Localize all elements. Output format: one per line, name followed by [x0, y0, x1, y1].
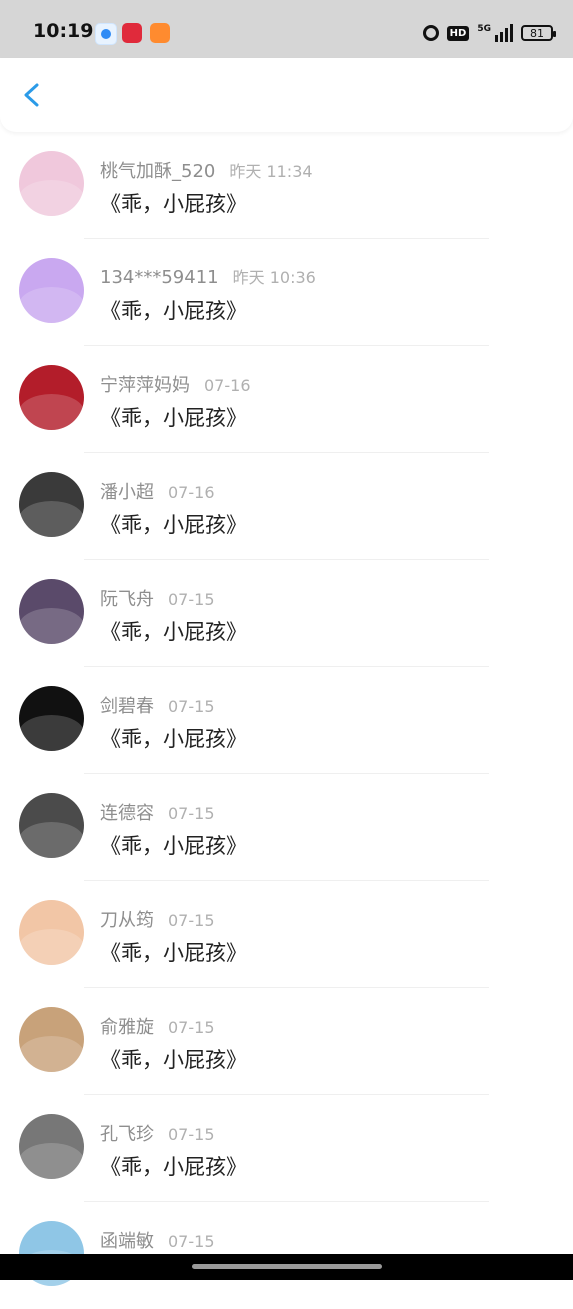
user-name[interactable]: 宁萍萍妈妈	[100, 375, 190, 396]
timestamp: 07-15	[168, 804, 215, 823]
list-item[interactable]: 孔飞珍 07-15 《乖，小屁孩》	[0, 1095, 573, 1202]
item-title: 《乖，小屁孩》	[100, 299, 247, 323]
avatar[interactable]	[19, 686, 84, 751]
alarm-icon	[422, 25, 439, 41]
user-name[interactable]: 剑碧春	[100, 696, 154, 717]
hd-icon: HD	[446, 25, 470, 41]
user-name[interactable]: 刀从筠	[100, 910, 154, 931]
user-name[interactable]: 函端敏	[100, 1231, 154, 1252]
home-gesture-bar[interactable]	[192, 1264, 382, 1269]
item-title: 《乖，小屁孩》	[100, 727, 247, 751]
user-name[interactable]: 134***59411	[100, 267, 219, 288]
list-item[interactable]: 桃气加酥_520 昨天 11:34 《乖，小屁孩》	[0, 132, 573, 239]
status-time: 10:19	[33, 20, 94, 42]
item-title: 《乖，小屁孩》	[100, 192, 247, 216]
list-item[interactable]: 潘小超 07-16 《乖，小屁孩》	[0, 453, 573, 560]
item-title: 《乖，小屁孩》	[100, 620, 247, 644]
user-name[interactable]: 桃气加酥_520	[100, 161, 215, 182]
user-name[interactable]: 阮飞舟	[100, 589, 154, 610]
list-item[interactable]: 剑碧春 07-15 《乖，小屁孩》	[0, 667, 573, 774]
timestamp: 07-15	[168, 697, 215, 716]
user-name[interactable]: 俞雅旋	[100, 1017, 154, 1038]
timestamp: 07-15	[168, 1232, 215, 1251]
timestamp: 07-16	[168, 483, 215, 502]
user-name[interactable]: 连德容	[100, 803, 154, 824]
timestamp: 07-15	[168, 1018, 215, 1037]
avatar[interactable]	[19, 900, 84, 965]
avatar[interactable]	[19, 793, 84, 858]
top-nav-bar	[0, 58, 573, 132]
avatar[interactable]	[19, 472, 84, 537]
avatar[interactable]	[19, 365, 84, 430]
avatar[interactable]	[19, 1007, 84, 1072]
user-name[interactable]: 潘小超	[100, 482, 154, 503]
notification-app-icon	[95, 23, 117, 45]
avatar[interactable]	[19, 258, 84, 323]
timestamp: 07-15	[168, 911, 215, 930]
item-title: 《乖，小屁孩》	[100, 834, 247, 858]
list-item[interactable]: 阮飞舟 07-15 《乖，小屁孩》	[0, 560, 573, 667]
back-arrow-icon[interactable]	[18, 80, 48, 110]
timestamp: 07-16	[204, 376, 251, 395]
timestamp: 07-15	[168, 1125, 215, 1144]
list-item[interactable]: 连德容 07-15 《乖，小屁孩》	[0, 774, 573, 881]
avatar[interactable]	[19, 151, 84, 216]
battery-icon: 81	[521, 25, 556, 41]
user-name[interactable]: 孔飞珍	[100, 1124, 154, 1145]
status-bar: 10:19 HD 5G 81	[0, 0, 573, 58]
status-indicators: HD 5G 81	[422, 22, 556, 44]
list-item[interactable]: 134***59411 昨天 10:36 《乖，小屁孩》	[0, 239, 573, 346]
notification-app-icon	[150, 23, 170, 43]
signal-icon: 5G	[477, 24, 513, 42]
timestamp: 昨天 11:34	[229, 162, 313, 181]
list-item[interactable]: 宁萍萍妈妈 07-16 《乖，小屁孩》	[0, 346, 573, 453]
list-item[interactable]: 刀从筠 07-15 《乖，小屁孩》	[0, 881, 573, 988]
item-title: 《乖，小屁孩》	[100, 941, 247, 965]
timestamp: 昨天 10:36	[232, 268, 316, 287]
timestamp: 07-15	[168, 590, 215, 609]
item-title: 《乖，小屁孩》	[100, 1155, 247, 1179]
avatar[interactable]	[19, 1114, 84, 1179]
list-item[interactable]: 俞雅旋 07-15 《乖，小屁孩》	[0, 988, 573, 1095]
notification-list: 桃气加酥_520 昨天 11:34 《乖，小屁孩》 134***59411 昨天 1…	[0, 132, 573, 1309]
item-title: 《乖，小屁孩》	[100, 406, 247, 430]
item-title: 《乖，小屁孩》	[100, 513, 247, 537]
network-type: 5G	[477, 24, 491, 34]
item-title: 《乖，小屁孩》	[100, 1048, 247, 1072]
notification-app-icon	[122, 23, 142, 43]
system-nav-bar	[0, 1254, 573, 1280]
avatar[interactable]	[19, 579, 84, 644]
